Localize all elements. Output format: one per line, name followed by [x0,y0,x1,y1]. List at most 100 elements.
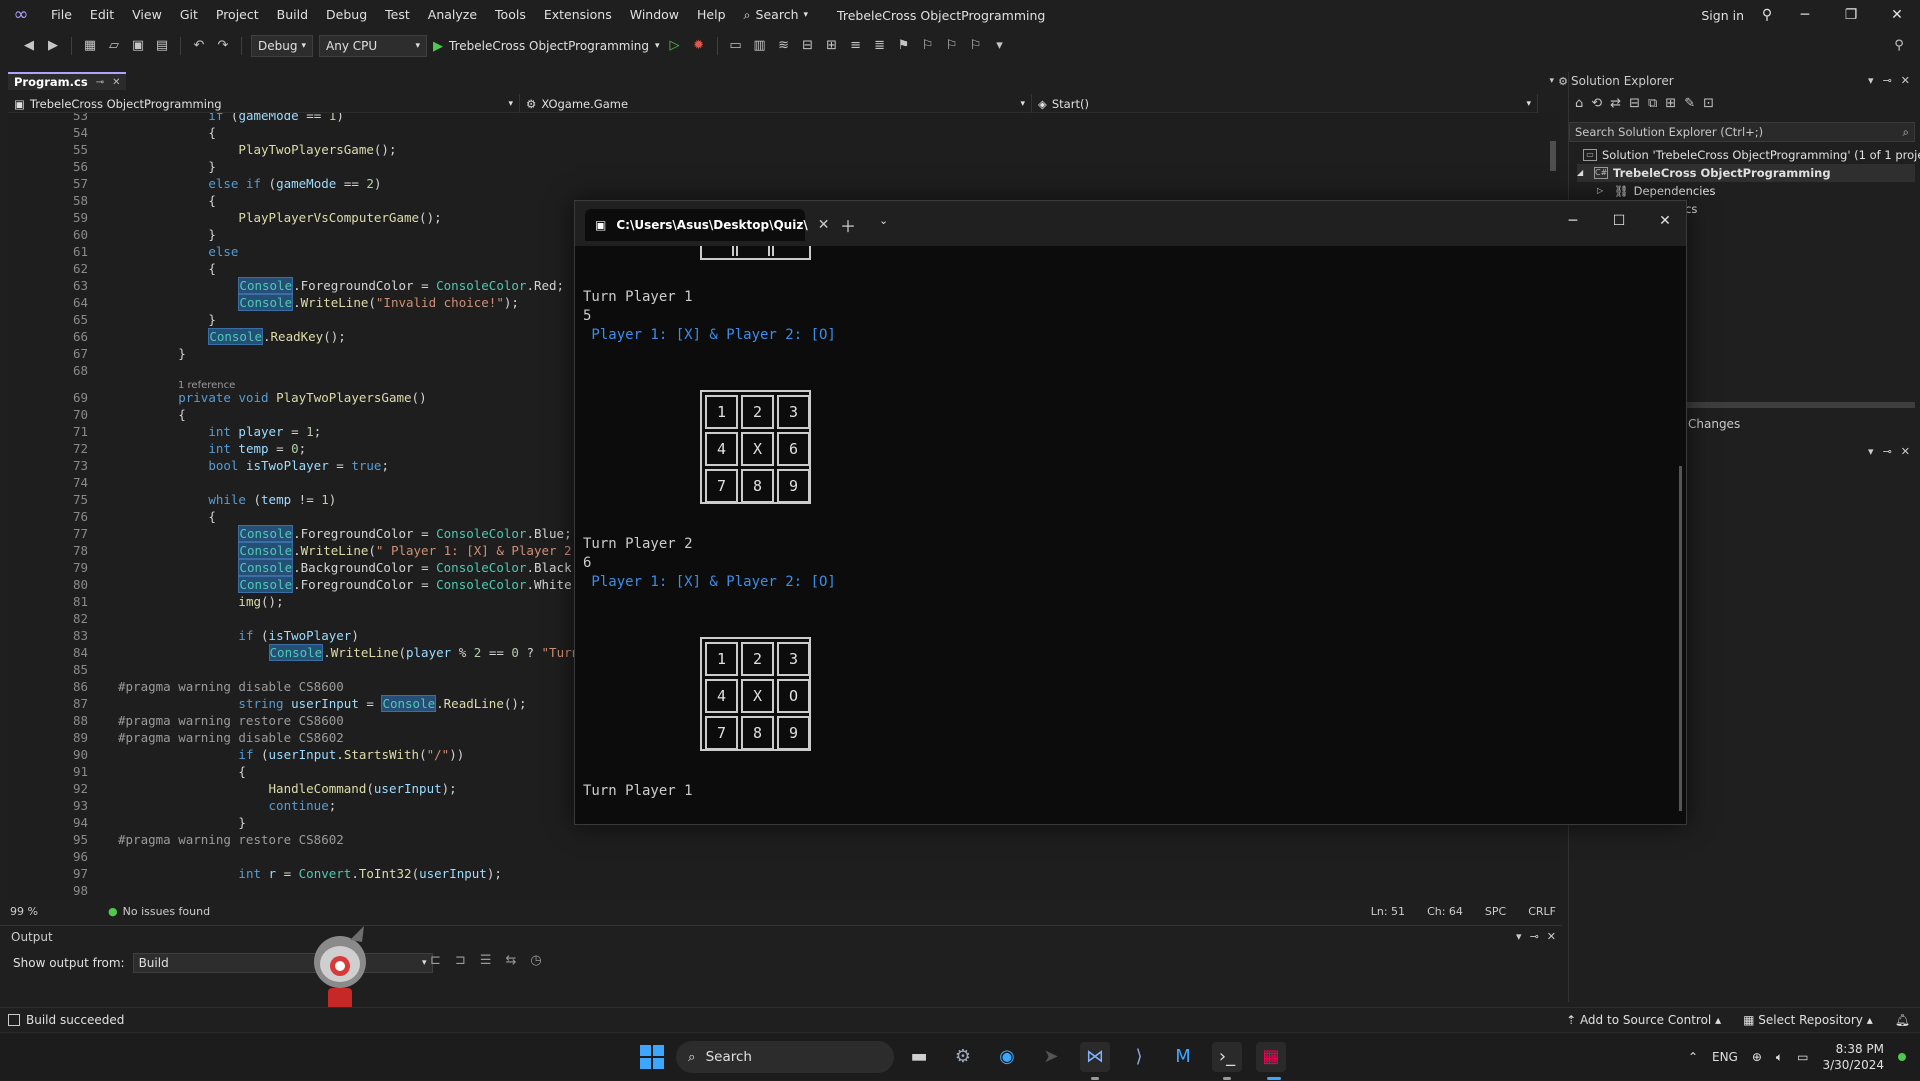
terminal-window[interactable]: ▣ C:\Users\Asus\Desktop\Quiz\ ✕ ＋ ⌄ ─ ☐ … [574,200,1687,825]
menu-test[interactable]: Test [376,0,419,30]
close-panel-icon[interactable]: ✕ [1901,74,1910,87]
hot-reload-icon[interactable]: ✹ [690,37,708,55]
terminal-scrollbar[interactable] [1679,466,1682,811]
show-hidden-icons-chevron-icon[interactable]: ⌃ [1688,1050,1698,1064]
select-repository-button[interactable]: ▦ Select Repository ▴ [1743,1013,1873,1027]
account-settings-icon[interactable]: ⚲ [1752,0,1782,30]
notification-icon[interactable] [1898,1053,1906,1061]
start-debugging-button[interactable]: ▶ TrebeleCross ObjectProgramming ▾ [433,39,660,54]
class-navigation-dropdown[interactable]: ⚙ XOgame.Game ▾ [520,94,1032,113]
new-tab-button[interactable]: ＋ [840,213,856,237]
menu-help[interactable]: Help [688,0,735,30]
open-file-icon[interactable]: ▱ [105,37,123,55]
menu-file[interactable]: File [42,0,81,30]
home-icon[interactable]: ⌂ [1575,96,1583,111]
undo-icon[interactable]: ↶ [190,37,208,55]
menu-window[interactable]: Window [621,0,688,30]
close-tab-icon[interactable]: ✕ [112,77,120,88]
tree-dependencies-node[interactable]: ▷ ⛓ Dependencies [1597,182,1715,200]
menu-extensions[interactable]: Extensions [535,0,621,30]
m-app-icon[interactable]: M [1168,1042,1198,1072]
save-all-icon[interactable]: ▤ [153,37,171,55]
editor-settings-icon[interactable]: ⚙ [1558,75,1568,88]
terminal-maximize-button[interactable]: ☐ [1596,201,1642,241]
menu-git[interactable]: Git [171,0,207,30]
edge-browser-icon[interactable]: ◉ [992,1042,1022,1072]
collapse-all-icon[interactable]: ⊟ [1629,96,1640,111]
terminal-app-icon[interactable]: ›_ [1212,1042,1242,1072]
browser-link-icon[interactable]: ▭ [727,37,745,55]
layout-icon[interactable]: ▥ [751,37,769,55]
notifications-bell-icon[interactable]: 🔔︎ [1895,1013,1910,1027]
configuration-dropdown[interactable]: Debug ▾ [251,35,313,57]
menu-analyze[interactable]: Analyze [419,0,486,30]
terminal-output[interactable]: Turn Player 1 5 Player 1: [X] & Player 2… [583,246,1678,821]
bookmark-icon[interactable]: ⚑ [895,37,913,55]
battery-icon[interactable]: ▭ [1797,1050,1808,1064]
panel-dropdown-icon[interactable]: ▾ [1868,74,1874,87]
indent-icon[interactable]: ≣ [871,37,889,55]
zoom-level-dropdown[interactable]: 99 % [8,905,68,918]
pin-icon[interactable]: ⊸ [1883,445,1892,458]
navigate-back-icon[interactable]: ◀ [20,37,38,55]
scroll-thumb[interactable] [1550,141,1556,171]
taskbar-search-box[interactable]: ⌕ Search [676,1041,894,1073]
menu-edit[interactable]: Edit [81,0,123,30]
align-icon[interactable]: ⊟ [799,37,817,55]
timestamp-icon[interactable]: ◷ [530,953,541,968]
solution-horizontal-scrollbar[interactable] [1685,402,1915,408]
language-indicator[interactable]: ENG [1712,1050,1738,1064]
git-changes-tab[interactable]: Changes [1688,417,1740,431]
close-tab-icon[interactable]: ✕ [818,217,830,233]
bookmark-next-icon[interactable]: ⚐ [943,37,961,55]
add-to-source-control-button[interactable]: ⇡ Add to Source Control ▴ [1566,1013,1721,1027]
sign-in-link[interactable]: Sign in [1701,8,1744,23]
terminal-minimize-button[interactable]: ─ [1550,201,1596,241]
close-panel-icon[interactable]: ✕ [1547,930,1556,943]
clock[interactable]: 8:38 PM 3/30/2024 [1822,1041,1884,1073]
close-button[interactable]: ✕ [1874,0,1920,30]
telegram-app-icon[interactable]: ➤ [1036,1042,1066,1072]
pin-icon[interactable]: ⊸ [1530,930,1539,943]
network-globe-icon[interactable]: ⊕ [1752,1050,1762,1064]
preview-icon[interactable]: ⊡ [1703,96,1714,111]
word-wrap-icon[interactable]: ⇆ [505,953,516,968]
task-view-icon[interactable]: ▬ [904,1042,934,1072]
prev-message-icon[interactable]: ⊐ [455,953,466,968]
settings-app-icon[interactable]: ⚙ [948,1042,978,1072]
format-icon[interactable]: ⊞ [823,37,841,55]
start-button[interactable] [640,1045,664,1069]
bookmark-clear-icon[interactable]: ⚐ [967,37,985,55]
show-all-files-icon[interactable]: ⧉ [1648,96,1657,111]
tree-project-node[interactable]: ◢ C# TrebeleCross ObjectProgramming [1577,164,1915,182]
menu-build[interactable]: Build [268,0,317,30]
output-source-dropdown[interactable]: Build ▾ [132,953,433,973]
find-message-icon[interactable]: ⊏ [430,953,441,968]
tree-solution-node[interactable]: ▭ Solution 'TrebeleCross ObjectProgrammi… [1583,146,1920,164]
line-ending-mode[interactable]: CRLF [1528,905,1556,918]
minimize-button[interactable]: ─ [1782,0,1828,30]
whitespace-mode[interactable]: SPC [1485,905,1506,918]
navigate-forward-icon[interactable]: ▶ [44,37,62,55]
tab-program-cs[interactable]: Program.cs ⊸ ✕ [8,72,127,90]
start-without-debugging-icon[interactable]: ▷ [666,37,684,55]
project-navigation-dropdown[interactable]: ▣ TrebeleCross ObjectProgramming ▾ [8,94,520,113]
menu-tools[interactable]: Tools [486,0,535,30]
vscode-app-icon[interactable]: ⟩ [1124,1042,1154,1072]
visual-studio-app-icon[interactable]: ▦ [1256,1042,1286,1072]
properties-icon[interactable]: ✎ [1684,96,1695,111]
close-panel-icon[interactable]: ✕ [1901,445,1910,458]
bookmark-prev-icon[interactable]: ⚐ [919,37,937,55]
solution-search-input[interactable]: Search Solution Explorer (Ctrl+;) ⌕ [1569,122,1915,142]
save-icon[interactable]: ▣ [129,37,147,55]
terminal-tab[interactable]: ▣ C:\Users\Asus\Desktop\Quiz\ ✕ [585,209,829,241]
feedback-icon[interactable]: ⚲ [1890,37,1908,55]
pin-icon[interactable]: ⊸ [96,77,104,88]
terminal-close-button[interactable]: ✕ [1642,201,1686,241]
visual-studio-code-icon[interactable]: ⋈ [1080,1042,1110,1072]
tab-dropdown-icon[interactable]: ⌄ [879,214,888,227]
tab-overflow-icon[interactable]: ▾ [1549,76,1554,86]
pin-icon[interactable]: ⊸ [1883,74,1892,87]
toolbar-overflow-icon[interactable]: ▾ [991,37,1009,55]
clear-all-icon[interactable]: ☰ [480,953,492,968]
